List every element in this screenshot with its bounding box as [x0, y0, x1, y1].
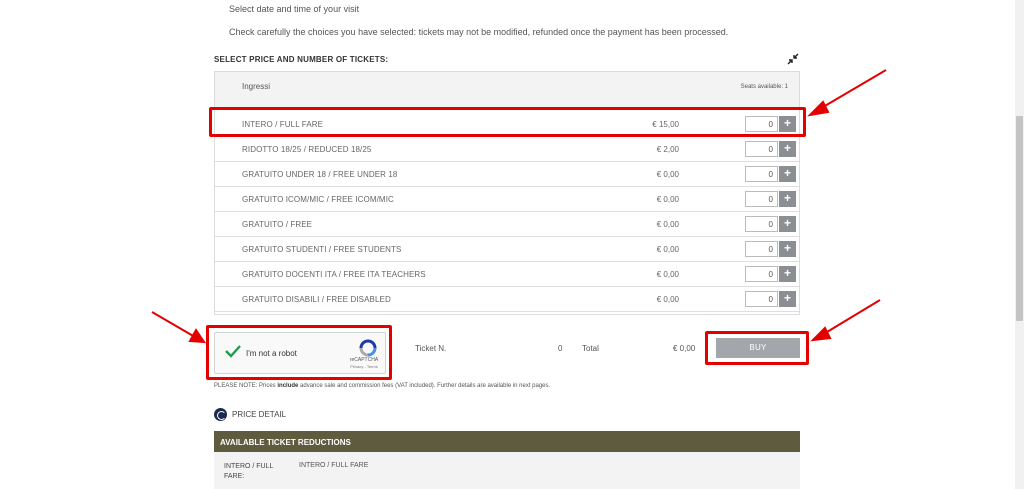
arrow-head-buy	[810, 326, 832, 342]
scrollbar-thumb[interactable]	[1016, 116, 1023, 321]
plus-icon[interactable]: +	[779, 191, 796, 207]
ticket-row-reduced: RIDOTTO 18/25 / REDUCED 18/25 € 2,00 0 +	[215, 137, 799, 162]
quantity-stepper[interactable]: 0 +	[745, 166, 796, 182]
quantity-stepper[interactable]: 0 +	[745, 291, 796, 307]
note-suffix: advance sale and commission fees (VAT in…	[298, 383, 551, 389]
quantity-stepper[interactable]: 0 +	[745, 191, 796, 207]
intro-date-text: Select date and time of your visit	[229, 4, 360, 14]
note-bold: include	[277, 383, 299, 389]
plus-icon[interactable]: +	[779, 216, 796, 232]
quantity-input[interactable]: 0	[745, 141, 778, 157]
ticket-price: € 0,00	[656, 170, 679, 179]
page-scrollbar[interactable]	[1015, 0, 1024, 489]
quantity-input[interactable]: 0	[745, 166, 778, 182]
ticket-row-free-students: GRATUITO STUDENTI / FREE STUDENTS € 0,00…	[215, 237, 799, 262]
seats-available: Seats available: 1	[740, 84, 788, 90]
arrow-head-recaptcha	[188, 328, 206, 344]
arrow-head-full-fare	[807, 100, 830, 117]
ticket-price: € 0,00	[656, 270, 679, 279]
plus-icon[interactable]: +	[779, 166, 796, 182]
ticket-name: RIDOTTO 18/25 / REDUCED 18/25	[242, 145, 372, 154]
ticket-price: € 2,00	[656, 145, 679, 154]
quantity-stepper[interactable]: 0 +	[745, 241, 796, 257]
panel-title: Ingressi	[242, 82, 271, 91]
ticket-row-free-disabled: GRATUITO DISABILI / FREE DISABLED € 0,00…	[215, 287, 799, 312]
intro-warning-text: Check carefully the choices you have sel…	[229, 27, 729, 37]
total-label: Total	[582, 344, 599, 353]
quantity-input[interactable]: 0	[745, 216, 778, 232]
quantity-input[interactable]: 0	[745, 291, 778, 307]
quantity-input[interactable]: 0	[745, 241, 778, 257]
ticket-price: € 0,00	[656, 295, 679, 304]
ticket-row-free-icom: GRATUITO ICOM/MIC / FREE ICOM/MIC € 0,00…	[215, 187, 799, 212]
ticket-price: € 0,00	[656, 220, 679, 229]
note-prefix: PLEASE NOTE: Prices	[214, 383, 278, 389]
ticket-row-free-under-18: GRATUITO UNDER 18 / FREE UNDER 18 € 0,00…	[215, 162, 799, 187]
ticket-row-free: GRATUITO / FREE € 0,00 0 +	[215, 212, 799, 237]
price-detail-icon[interactable]	[214, 408, 227, 421]
ticket-name: GRATUITO DISABILI / FREE DISABLED	[242, 295, 391, 304]
arrow-line-full-fare	[817, 69, 887, 111]
plus-icon[interactable]: +	[779, 266, 796, 282]
ticket-name: GRATUITO UNDER 18 / FREE UNDER 18	[242, 170, 398, 179]
plus-icon[interactable]: +	[779, 291, 796, 307]
quantity-stepper[interactable]: 0 +	[745, 216, 796, 232]
reduction-key: INTERO / FULL FARE:	[224, 463, 274, 480]
price-detail-label[interactable]: PRICE DETAIL	[232, 410, 286, 419]
total-value: € 0,00	[673, 344, 696, 353]
ticket-row-free-teachers: GRATUITO DOCENTI ITA / FREE ITA TEACHERS…	[215, 262, 799, 287]
ticket-name: GRATUITO STUDENTI / FREE STUDENTS	[242, 245, 402, 254]
section-title: SELECT PRICE AND NUMBER OF TICKETS:	[214, 55, 389, 64]
ticket-price: € 0,00	[656, 195, 679, 204]
ticket-count-value: 0	[558, 344, 563, 353]
plus-icon[interactable]: +	[779, 141, 796, 157]
ticket-price: € 0,00	[656, 245, 679, 254]
highlight-box-recaptcha	[206, 325, 392, 380]
quantity-input[interactable]: 0	[745, 266, 778, 282]
ticket-name: GRATUITO DOCENTI ITA / FREE ITA TEACHERS	[242, 270, 426, 279]
arrow-line-buy	[821, 299, 881, 336]
panel-header: Ingressi Seats available: 1	[215, 72, 799, 108]
highlight-box-buy	[705, 331, 809, 365]
price-note: PLEASE NOTE: Prices include advance sale…	[214, 383, 550, 389]
collapse-arrows-icon[interactable]	[787, 53, 799, 65]
quantity-stepper[interactable]: 0 +	[745, 266, 796, 282]
reductions-header: AVAILABLE TICKET REDUCTIONS	[214, 431, 800, 452]
plus-icon[interactable]: +	[779, 241, 796, 257]
ticket-count-label: Ticket N.	[415, 344, 447, 353]
highlight-box-full-fare	[209, 107, 806, 137]
reductions-body: INTERO / FULL FARE: INTERO / FULL FARE	[214, 452, 800, 489]
quantity-input[interactable]: 0	[745, 191, 778, 207]
ticket-name: GRATUITO / FREE	[242, 220, 313, 229]
ticket-name: GRATUITO ICOM/MIC / FREE ICOM/MIC	[242, 195, 394, 204]
reduction-value: INTERO / FULL FARE	[299, 462, 369, 469]
quantity-stepper[interactable]: 0 +	[745, 141, 796, 157]
arrow-line-recaptcha	[151, 311, 196, 338]
